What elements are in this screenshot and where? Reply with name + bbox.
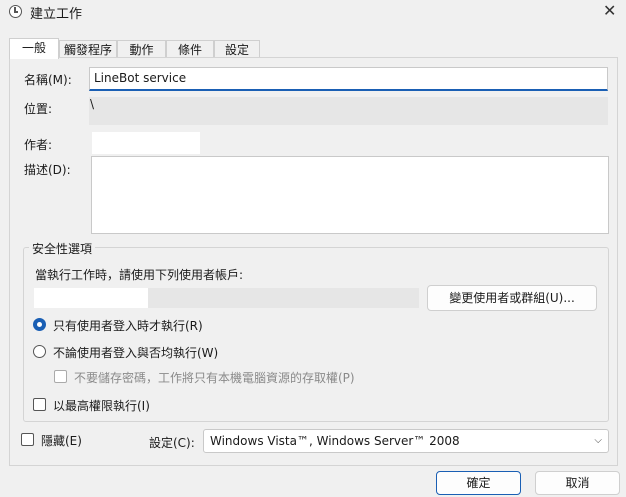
hidden-label[interactable]: 隱藏(E) bbox=[41, 432, 82, 449]
clock-icon bbox=[9, 5, 22, 18]
ok-button[interactable]: 確定 bbox=[436, 471, 521, 495]
run-as-text: 當執行工作時，請使用下列使用者帳戶: bbox=[35, 268, 244, 282]
radio-whether-logged-on-label[interactable]: 不論使用者登入與否均執行(W) bbox=[53, 344, 218, 361]
run-as-user-field bbox=[148, 288, 419, 308]
tab-triggers[interactable]: 觸發程序 bbox=[59, 40, 117, 58]
radio-whether-logged-on[interactable] bbox=[33, 345, 46, 358]
tab-general[interactable]: 一般 bbox=[9, 38, 59, 59]
tab-actions[interactable]: 動作 bbox=[117, 40, 166, 58]
no-store-password-checkbox[interactable] bbox=[54, 370, 67, 383]
tab-conditions[interactable]: 條件 bbox=[166, 40, 214, 58]
location-field: \ bbox=[89, 97, 608, 125]
location-value: \ bbox=[90, 97, 95, 111]
title-bar: 建立工作 ✕ bbox=[0, 0, 626, 26]
author-field bbox=[92, 132, 200, 154]
highest-privileges-label[interactable]: 以最高權限執行(I) bbox=[53, 397, 150, 414]
radio-logged-on-label[interactable]: 只有使用者登入時才執行(R) bbox=[53, 317, 203, 334]
radio-logged-on[interactable] bbox=[33, 318, 46, 331]
security-group-title: 安全性選項 bbox=[29, 240, 96, 257]
run-as-user-field-left bbox=[34, 288, 148, 308]
description-label: 描述(D): bbox=[24, 163, 71, 177]
highest-privileges-checkbox[interactable] bbox=[33, 398, 46, 411]
location-label: 位置: bbox=[24, 102, 53, 116]
author-label: 作者: bbox=[24, 138, 53, 152]
window-title: 建立工作 bbox=[30, 7, 83, 22]
hidden-checkbox[interactable] bbox=[21, 433, 34, 446]
cancel-button[interactable]: 取消 bbox=[535, 471, 620, 495]
name-label: 名稱(M): bbox=[24, 73, 72, 87]
configure-for-label: 設定(C): bbox=[149, 436, 195, 450]
configure-for-select[interactable]: Windows Vista™, Windows Server™ 2008 ⌵ bbox=[203, 429, 609, 453]
change-user-button[interactable]: 變更使用者或群組(U)... bbox=[427, 285, 597, 311]
tab-settings[interactable]: 設定 bbox=[214, 40, 260, 58]
chevron-down-icon: ⌵ bbox=[594, 435, 602, 446]
close-icon[interactable]: ✕ bbox=[603, 1, 616, 20]
configure-for-value: Windows Vista™, Windows Server™ 2008 bbox=[210, 434, 460, 448]
name-input[interactable]: LineBot service bbox=[89, 67, 608, 91]
no-store-password-label: 不要儲存密碼，工作將只有本機電腦資源的存取權(P) bbox=[74, 371, 355, 385]
description-input[interactable] bbox=[91, 156, 609, 234]
